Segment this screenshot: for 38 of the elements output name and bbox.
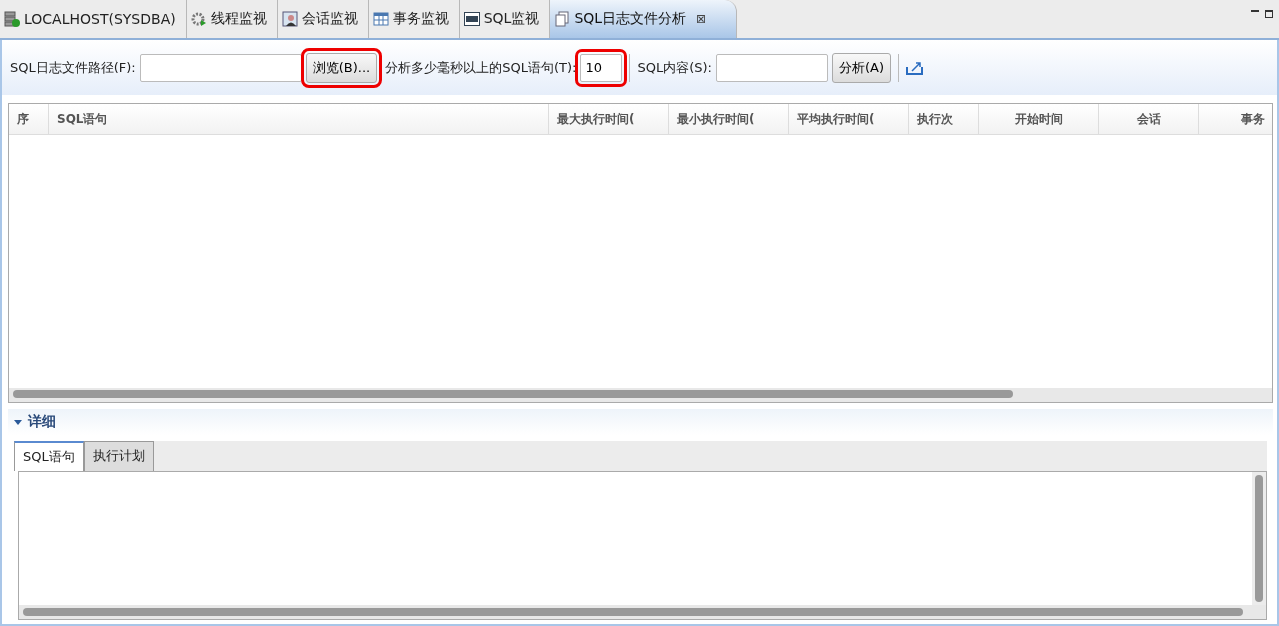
user-icon (281, 11, 298, 27)
minimize-icon[interactable] (1251, 10, 1259, 14)
horizontal-scrollbar[interactable] (9, 388, 1272, 402)
gear-icon (190, 11, 207, 27)
documents-icon (554, 11, 571, 27)
editor-tab[interactable]: 会话监视 (277, 0, 369, 38)
sql-text-area[interactable] (18, 471, 1267, 620)
column-header[interactable]: SQL语句 (49, 104, 549, 134)
editor-tab[interactable]: 事务监视 (368, 0, 460, 38)
column-header[interactable]: 最小执行时间( (669, 104, 789, 134)
column-header[interactable]: 事务 (1199, 104, 1272, 134)
collapse-icon[interactable] (14, 419, 22, 425)
horizontal-scrollbar[interactable] (19, 605, 1266, 619)
threshold-label: 分析多少毫秒以上的SQL语句(T): (385, 58, 577, 77)
close-icon[interactable]: ⊠ (696, 12, 707, 26)
server-icon (4, 11, 20, 27)
path-label: SQL日志文件路径(F): (10, 58, 136, 77)
maximize-icon[interactable] (1265, 10, 1273, 18)
column-header[interactable]: 开始时间 (979, 104, 1099, 134)
vertical-scrollbar[interactable] (1252, 472, 1266, 605)
analyze-button[interactable]: 分析(A) (831, 52, 891, 83)
section-title: 详细 (28, 413, 56, 431)
column-header[interactable]: 执行次 (909, 104, 979, 134)
detail-tab[interactable]: 执行计划 (83, 441, 154, 471)
column-header[interactable]: 序 (9, 104, 49, 134)
content-field[interactable] (715, 53, 828, 82)
column-header[interactable]: 会话 (1099, 104, 1199, 134)
path-field[interactable] (139, 53, 302, 82)
column-header[interactable]: 最大执行时间( (549, 104, 669, 134)
detail-tab[interactable]: SQL语句 (14, 441, 84, 471)
table-icon (372, 11, 389, 27)
editor-tab[interactable]: SQL日志文件分析 ⊠ (550, 0, 738, 38)
column-header[interactable]: 平均执行时间( (789, 104, 909, 134)
export-icon[interactable] (905, 60, 924, 75)
sql-icon (463, 12, 480, 26)
content-label: SQL内容(S): (637, 58, 712, 77)
editor-tab[interactable]: LOCALHOST(SYSDBA) (0, 0, 187, 38)
editor-tab[interactable]: 线程监视 (186, 0, 278, 38)
